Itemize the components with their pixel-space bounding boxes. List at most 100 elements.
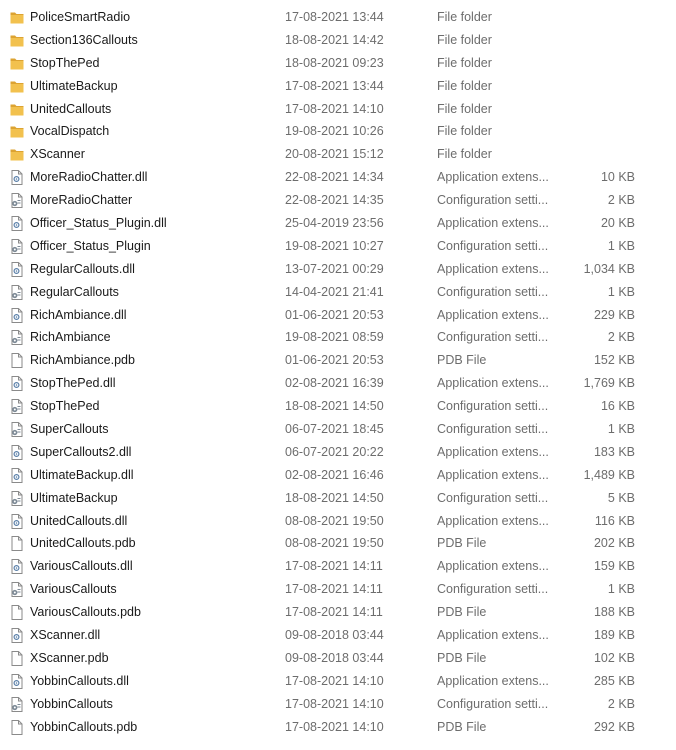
file-size: 1 KB	[607, 238, 635, 253]
file-name: RegularCallouts	[30, 284, 119, 299]
file-type: File folder	[437, 124, 492, 139]
file-row[interactable]: RichAmbiance.dll 01-06-2021 20:53 Applic…	[0, 304, 676, 327]
file-name: UltimateBackup	[30, 78, 118, 93]
file-type: Application extens...	[437, 307, 549, 322]
file-row[interactable]: UnitedCallouts 17-08-2021 14:10 File fol…	[0, 98, 676, 121]
file-size: 2 KB	[607, 696, 635, 711]
dll-icon	[10, 513, 24, 529]
file-type: Application extens...	[437, 376, 549, 391]
config-icon	[10, 399, 24, 415]
file-name: Officer_Status_Plugin.dll	[30, 216, 167, 231]
config-icon	[10, 582, 24, 598]
dll-icon	[10, 170, 24, 186]
file-row[interactable]: MoreRadioChatter.dll 22-08-2021 14:34 Ap…	[0, 166, 676, 189]
file-list: PoliceSmartRadio 17-08-2021 13:44 File f…	[0, 0, 676, 750]
file-row[interactable]: XScanner.pdb 09-08-2018 03:44 PDB File 1…	[0, 647, 676, 670]
file-size: 188 KB	[593, 605, 635, 620]
file-date-modified: 19-08-2021 10:26	[285, 124, 384, 139]
file-type: PDB File	[437, 719, 487, 734]
config-icon	[10, 193, 24, 209]
blank-file-icon	[10, 353, 24, 369]
file-type: PDB File	[437, 536, 487, 551]
file-type: Configuration setti...	[437, 490, 549, 505]
folder-icon	[10, 10, 24, 25]
file-row[interactable]: XScanner.dll 09-08-2018 03:44 Applicatio…	[0, 624, 676, 647]
file-row[interactable]: StopThePed.dll 02-08-2021 16:39 Applicat…	[0, 372, 676, 395]
file-row[interactable]: UltimateBackup.dll 02-08-2021 16:46 Appl…	[0, 464, 676, 487]
file-size: 202 KB	[593, 536, 635, 551]
file-row[interactable]: Section136Callouts 18-08-2021 14:42 File…	[0, 29, 676, 52]
file-size: 1,769 KB	[583, 376, 635, 391]
file-type: Application extens...	[437, 216, 549, 231]
file-row[interactable]: SuperCallouts 06-07-2021 18:45 Configura…	[0, 418, 676, 441]
file-name: XScanner	[30, 147, 85, 162]
dll-icon	[10, 673, 24, 689]
file-row[interactable]: VariousCallouts 17-08-2021 14:11 Configu…	[0, 578, 676, 601]
file-type: File folder	[437, 147, 492, 162]
file-date-modified: 17-08-2021 13:44	[285, 10, 384, 24]
file-row[interactable]: UnitedCallouts.pdb 08-08-2021 19:50 PDB …	[0, 532, 676, 555]
file-size: 2 KB	[607, 193, 635, 208]
file-row[interactable]: MoreRadioChatter 22-08-2021 14:35 Config…	[0, 189, 676, 212]
file-row[interactable]: Officer_Status_Plugin.dll 25-04-2019 23:…	[0, 212, 676, 235]
file-name: VocalDispatch	[30, 124, 110, 139]
config-icon	[10, 238, 24, 254]
file-row[interactable]: VocalDispatch 19-08-2021 10:26 File fold…	[0, 120, 676, 143]
file-date-modified: 25-04-2019 23:56	[285, 216, 384, 231]
file-row[interactable]: RegularCallouts 14-04-2021 21:41 Configu…	[0, 281, 676, 304]
file-date-modified: 18-08-2021 14:42	[285, 32, 384, 47]
file-row[interactable]: UnitedCallouts.dll 08-08-2021 19:50 Appl…	[0, 510, 676, 533]
file-date-modified: 18-08-2021 14:50	[285, 490, 384, 505]
file-date-modified: 01-06-2021 20:53	[285, 353, 384, 368]
file-date-modified: 02-08-2021 16:39	[285, 376, 384, 391]
config-icon	[10, 330, 24, 346]
file-row[interactable]: UltimateBackup 18-08-2021 14:50 Configur…	[0, 487, 676, 510]
file-type: Configuration setti...	[437, 582, 549, 597]
file-row[interactable]: VariousCallouts.dll 17-08-2021 14:11 App…	[0, 555, 676, 578]
file-type: File folder	[437, 78, 492, 93]
file-name: YobbinCallouts	[30, 696, 113, 711]
file-name: MoreRadioChatter.dll	[30, 170, 148, 185]
config-icon	[10, 422, 24, 438]
file-size: 2 KB	[607, 330, 635, 345]
file-name: RichAmbiance	[30, 330, 111, 345]
blank-file-icon	[10, 536, 24, 552]
file-row[interactable]: SuperCallouts2.dll 06-07-2021 20:22 Appl…	[0, 441, 676, 464]
file-row[interactable]: RichAmbiance 19-08-2021 08:59 Configurat…	[0, 326, 676, 349]
file-row[interactable]: PoliceSmartRadio 17-08-2021 13:44 File f…	[0, 6, 676, 29]
file-date-modified: 18-08-2021 14:50	[285, 399, 384, 414]
config-icon	[10, 284, 24, 300]
file-date-modified: 17-08-2021 14:10	[285, 719, 384, 734]
file-date-modified: 17-08-2021 14:10	[285, 101, 384, 116]
file-date-modified: 17-08-2021 14:10	[285, 673, 384, 688]
file-row[interactable]: StopThePed 18-08-2021 09:23 File folder	[0, 52, 676, 75]
file-row[interactable]: UltimateBackup 17-08-2021 13:44 File fol…	[0, 75, 676, 98]
file-type: Application extens...	[437, 261, 549, 276]
blank-file-icon	[10, 605, 24, 621]
file-type: Application extens...	[437, 444, 549, 459]
file-row[interactable]: YobbinCallouts.pdb 17-08-2021 14:10 PDB …	[0, 716, 676, 739]
file-name: YobbinCallouts.dll	[30, 673, 129, 688]
file-name: UltimateBackup.dll	[30, 467, 134, 482]
file-date-modified: 17-08-2021 13:44	[285, 78, 384, 93]
file-row[interactable]: StopThePed 18-08-2021 14:50 Configuratio…	[0, 395, 676, 418]
file-row[interactable]: Officer_Status_Plugin 19-08-2021 10:27 C…	[0, 235, 676, 258]
file-row[interactable]: XScanner 20-08-2021 15:12 File folder	[0, 143, 676, 166]
file-size: 292 KB	[593, 719, 635, 734]
file-name: RichAmbiance.pdb	[30, 353, 135, 368]
file-row[interactable]: RichAmbiance.pdb 01-06-2021 20:53 PDB Fi…	[0, 349, 676, 372]
file-row[interactable]: VariousCallouts.pdb 17-08-2021 14:11 PDB…	[0, 601, 676, 624]
file-type: Configuration setti...	[437, 284, 549, 299]
file-date-modified: 20-08-2021 15:12	[285, 147, 384, 162]
file-date-modified: 22-08-2021 14:35	[285, 193, 384, 208]
file-size: 116 KB	[594, 513, 635, 528]
file-date-modified: 14-04-2021 21:41	[285, 284, 384, 299]
file-date-modified: 17-08-2021 14:11	[285, 582, 383, 597]
folder-icon	[10, 56, 24, 71]
file-row[interactable]: YobbinCallouts 17-08-2021 14:10 Configur…	[0, 693, 676, 716]
file-row[interactable]: YobbinCallouts.dll 17-08-2021 14:10 Appl…	[0, 670, 676, 693]
file-row[interactable]: RegularCallouts.dll 13-07-2021 00:29 App…	[0, 258, 676, 281]
dll-icon	[10, 261, 24, 277]
file-type: Application extens...	[437, 628, 549, 643]
file-name: StopThePed	[30, 55, 100, 70]
